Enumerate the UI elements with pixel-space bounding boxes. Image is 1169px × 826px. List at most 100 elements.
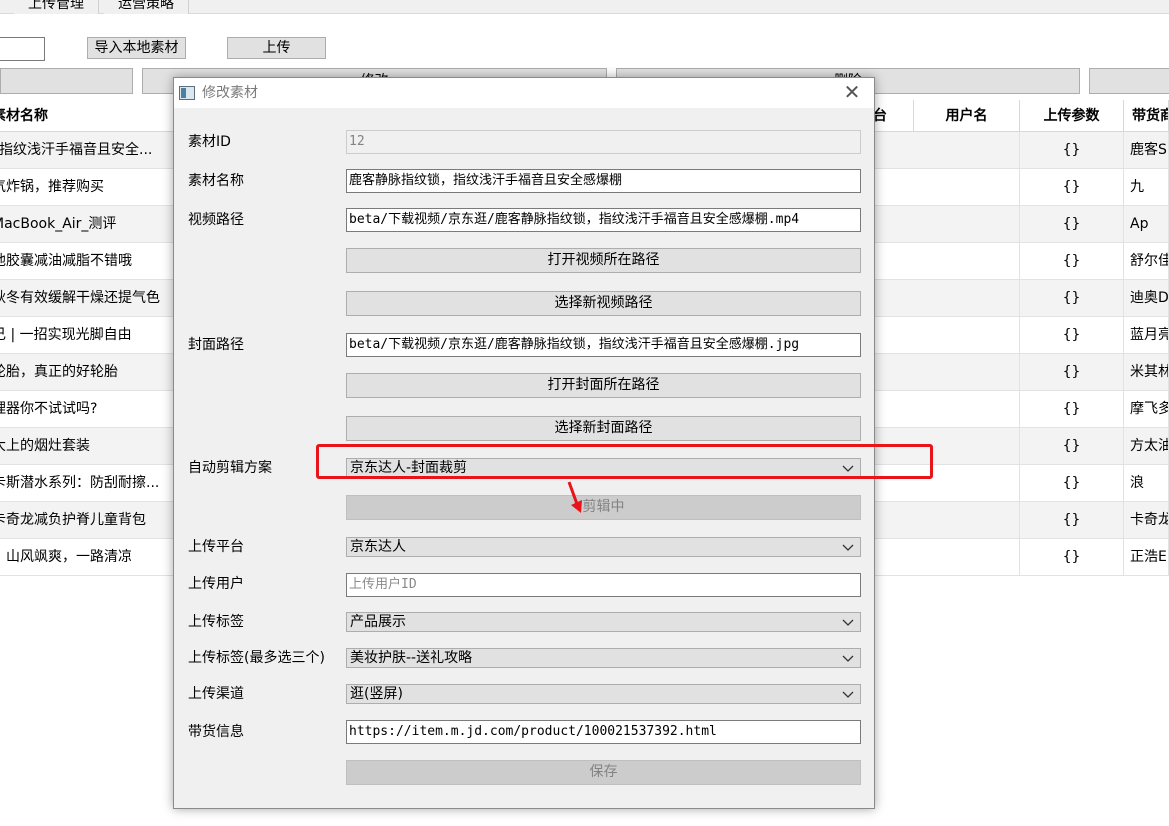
header-goods[interactable]: 带货商 — [1124, 100, 1169, 132]
cell-goods: 舒尔佳 — [1124, 243, 1169, 280]
label-goods-info: 带货信息 — [188, 724, 244, 740]
header-platform[interactable]: 台 — [870, 100, 914, 132]
header-username[interactable]: 用户名 — [914, 100, 1020, 132]
cell-upload-params: {} — [1020, 243, 1124, 280]
chevron-down-icon — [842, 544, 854, 551]
cell-goods: 正浩E — [1124, 539, 1169, 576]
cell-username — [914, 132, 1020, 169]
close-icon[interactable]: ✕ — [842, 82, 862, 102]
cell-username — [914, 243, 1020, 280]
cell-username — [914, 539, 1020, 576]
cell-goods: 浪 — [1124, 465, 1169, 502]
upload-channel-select[interactable]: 逛(竖屏) — [346, 684, 861, 704]
cell-upload-params: {} — [1020, 132, 1124, 169]
cell-upload-params: {} — [1020, 428, 1124, 465]
goods-info-field[interactable]: https://item.m.jd.com/product/1000215373… — [346, 720, 861, 744]
cell-upload-params: {} — [1020, 354, 1124, 391]
cell-material-name: 轮胎，真正的好轮胎 — [0, 354, 174, 391]
dialog-title: 修改素材 — [202, 85, 258, 101]
material-id-field: 12 — [346, 130, 861, 154]
cell-username — [914, 169, 1020, 206]
cell-username — [914, 206, 1020, 243]
label-material-id: 素材ID — [188, 134, 231, 150]
chevron-down-icon — [842, 691, 854, 698]
cell-material-name: 卡斯潜水系列：防刮耐擦... — [0, 465, 174, 502]
cell-upload-params: {} — [1020, 206, 1124, 243]
upload-platform-select[interactable]: 京东达人 — [346, 537, 861, 557]
cell-material-name: _指纹浅汗手福音且安全... — [0, 132, 174, 169]
video-path-field[interactable]: beta/下载视频/京东逛/鹿客静脉指纹锁，指纹浅汗手福音且安全感爆棚.mp4 — [346, 208, 861, 232]
import-local-material-button[interactable]: 导入本地素材 — [87, 37, 186, 59]
open-cover-folder-button[interactable]: 打开封面所在路径 — [346, 373, 861, 398]
upload-tags-multi-value: 美妆护肤--送礼攻略 — [350, 650, 473, 666]
cell-upload-params: {} — [1020, 169, 1124, 206]
toolbar-button[interactable] — [0, 68, 133, 94]
upload-button[interactable]: 上传 — [227, 37, 326, 59]
cell-upload-params: {} — [1020, 317, 1124, 354]
cell-upload-params: {} — [1020, 465, 1124, 502]
chevron-down-icon — [842, 655, 854, 662]
window-icon — [179, 86, 195, 100]
tab-upload-management[interactable]: 上传管理 — [14, 0, 99, 14]
cell-material-name: 理器你不试试吗? — [0, 391, 174, 428]
cell-upload-params: {} — [1020, 280, 1124, 317]
cell-username — [914, 354, 1020, 391]
cell-goods: 摩飞多 — [1124, 391, 1169, 428]
cell-username — [914, 502, 1020, 539]
cell-upload-params: {} — [1020, 502, 1124, 539]
upload-user-field[interactable]: 上传用户ID — [346, 573, 861, 597]
toolbar-input[interactable] — [0, 37, 45, 61]
tab-operation-strategy[interactable]: 运营策略 — [104, 0, 189, 14]
cell-material-name: 秋冬有效缓解干燥还提气色 — [0, 280, 174, 317]
cell-material-name: 大上的烟灶套装 — [0, 428, 174, 465]
cell-material-name: 己 | 一招实现光脚自由 — [0, 317, 174, 354]
highlight-box — [316, 444, 933, 479]
label-video-path: 视频路径 — [188, 212, 244, 228]
choose-new-cover-button[interactable]: 选择新封面路径 — [346, 416, 861, 441]
cell-upload-params: {} — [1020, 539, 1124, 576]
upload-tags-multi-select[interactable]: 美妆护肤--送礼攻略 — [346, 648, 861, 668]
cell-goods: 卡奇龙 — [1124, 502, 1169, 539]
label-upload-platform: 上传平台 — [188, 539, 244, 555]
dialog-titlebar: 修改素材 ✕ — [174, 78, 874, 108]
upload-platform-value: 京东达人 — [350, 539, 406, 555]
editing-button: 剪辑中 — [346, 495, 861, 520]
cell-goods: 迪奥D — [1124, 280, 1169, 317]
cell-material-name: 他胶囊减油减脂不错哦 — [0, 243, 174, 280]
label-upload-user: 上传用户 — [188, 576, 244, 592]
upload-tag-select[interactable]: 产品展示 — [346, 612, 861, 632]
edit-material-dialog: 修改素材 ✕ 素材ID 12 素材名称 鹿客静脉指纹锁，指纹浅汗手福音且安全感爆… — [173, 77, 875, 809]
label-upload-channel: 上传渠道 — [188, 686, 244, 702]
upload-channel-value: 逛(竖屏) — [350, 686, 403, 702]
main-tab-bar: 上传管理 运营策略 — [0, 0, 1169, 14]
cell-username — [914, 317, 1020, 354]
cell-material-name: ，山风飒爽，一路清凉 — [0, 539, 174, 576]
cell-username — [914, 280, 1020, 317]
cell-upload-params: {} — [1020, 391, 1124, 428]
cell-goods: 米其林 — [1124, 354, 1169, 391]
chevron-down-icon — [842, 619, 854, 626]
open-video-folder-button[interactable]: 打开视频所在路径 — [346, 248, 861, 273]
cover-path-field[interactable]: beta/下载视频/京东逛/鹿客静脉指纹锁，指纹浅汗手福音且安全感爆棚.jpg — [346, 333, 861, 357]
cell-goods: 蓝月亮 — [1124, 317, 1169, 354]
material-name-field[interactable]: 鹿客静脉指纹锁，指纹浅汗手福音且安全感爆棚 — [346, 169, 861, 193]
cell-goods: 九 — [1124, 169, 1169, 206]
cell-material-name: 卡奇龙减负护脊儿童背包 — [0, 502, 174, 539]
cell-material-name: MacBook_Air_测评 — [0, 206, 174, 243]
label-upload-tags-multi: 上传标签(最多选三个) — [188, 650, 325, 666]
toolbar-button-right[interactable] — [1089, 68, 1169, 94]
cell-goods: Ap — [1124, 206, 1169, 243]
cell-goods: 方太油 — [1124, 428, 1169, 465]
label-material-name: 素材名称 — [188, 173, 244, 189]
save-button: 保存 — [346, 760, 861, 785]
label-auto-edit-scheme: 自动剪辑方案 — [188, 460, 272, 476]
annotation-arrow-icon — [567, 481, 582, 513]
header-upload-params[interactable]: 上传参数 — [1020, 100, 1124, 132]
upload-tag-value: 产品展示 — [350, 614, 406, 630]
cell-material-name: 气炸锅，推荐购买 — [0, 169, 174, 206]
choose-new-video-button[interactable]: 选择新视频路径 — [346, 291, 861, 316]
label-upload-tag: 上传标签 — [188, 614, 244, 630]
label-cover-path: 封面路径 — [188, 337, 244, 353]
header-material-name[interactable]: 素材名称 — [0, 100, 174, 132]
cell-username — [914, 391, 1020, 428]
